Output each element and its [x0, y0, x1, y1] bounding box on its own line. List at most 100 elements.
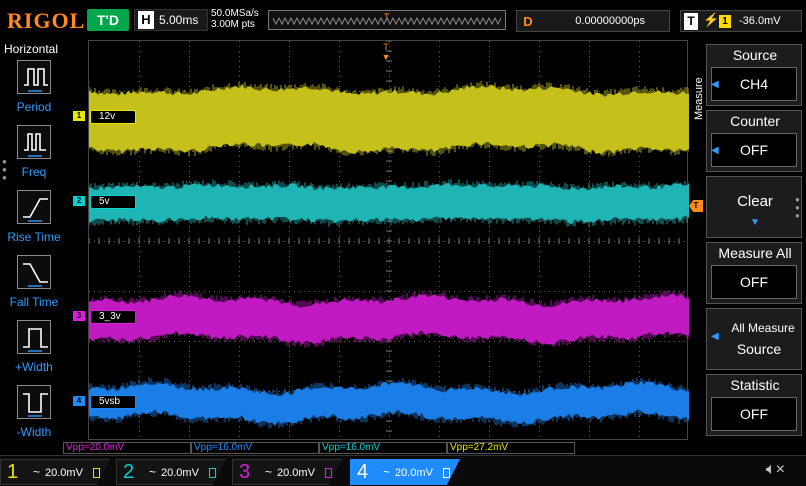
- memory-depth: 3.00M pts: [211, 19, 255, 30]
- coupling-icon: ~: [33, 465, 41, 479]
- channel-number: 4: [357, 461, 369, 483]
- trace-ch3-noise: [89, 290, 689, 348]
- acquisition-info: 50.0MSa/s 3.00M pts: [211, 8, 259, 30]
- period-icon: [17, 60, 51, 94]
- channel-number: 1: [7, 461, 19, 483]
- measurement-readout[interactable]: Vpp=16.0mV: [191, 442, 319, 454]
- rigol-logo: RIGOL: [7, 8, 86, 33]
- left-menu-item-label: Fall Time: [9, 295, 59, 309]
- left-menu-item-width[interactable]: +Width: [4, 320, 64, 384]
- left-menu-item-period[interactable]: Period: [4, 60, 64, 124]
- coupling-icon: ~: [149, 465, 157, 479]
- memory-overview-wave: [273, 17, 501, 25]
- trigger-letter: T: [684, 13, 698, 30]
- left-menu-item-freq[interactable]: Freq: [4, 125, 64, 189]
- trigger-level-marker: T: [689, 200, 703, 212]
- channel-scale: 20.0mV: [395, 467, 433, 479]
- channel-1-marker[interactable]: 1: [73, 111, 85, 121]
- softkey-statistic[interactable]: Statistic OFF: [706, 374, 802, 436]
- softkey-source[interactable]: Source CH4 ◀: [706, 44, 802, 106]
- channel-1-label[interactable]: 12v: [90, 110, 136, 124]
- cycle-left-icon: ◀: [711, 79, 719, 90]
- trace-ch4-noise: [89, 377, 689, 429]
- right-menu-page-dots: ● ● ●: [795, 195, 800, 220]
- rise-time-icon: [17, 190, 51, 224]
- channel-2-status[interactable]: 2 ~20.0mV: [116, 459, 226, 485]
- trace-ch1-noise: [89, 81, 689, 157]
- channel-2-label[interactable]: 5v: [90, 195, 136, 209]
- waveform-traces: [89, 81, 689, 429]
- cycle-left-icon: ◀: [711, 145, 719, 156]
- softkey-all-measure[interactable]: All Measure Source ◀: [706, 308, 802, 370]
- measurement-readout[interactable]: Vpp=27.2mV: [447, 442, 575, 454]
- speaker-mute-icon[interactable]: 🔈︎×: [766, 461, 785, 479]
- softkey-value: OFF: [711, 133, 797, 167]
- left-menu-page-dots: ● ● ●: [2, 157, 7, 182]
- probe-icon: [209, 468, 216, 478]
- channel-4-status[interactable]: 4 ~20.0mV: [350, 459, 460, 485]
- channel-number: 3: [239, 461, 251, 483]
- run-state-badge[interactable]: T'D: [87, 9, 129, 31]
- channel-1-status[interactable]: 1 ~20.0mV: [0, 459, 110, 485]
- softkey-value: OFF: [711, 265, 797, 299]
- positive-width-icon: [17, 320, 51, 354]
- softkey-title: Source: [732, 47, 778, 63]
- left-menu-item-label: -Width: [16, 425, 52, 439]
- softkey-title: Counter: [730, 113, 780, 129]
- sample-rate: 50.0MSa/s: [211, 8, 259, 19]
- channel-2-marker[interactable]: 2: [73, 196, 85, 206]
- channel-scale: 20.0mV: [277, 467, 315, 479]
- trigger-level: -36.0mV: [739, 15, 781, 27]
- trigger-box[interactable]: T ⚡ 1 -36.0mV: [680, 10, 802, 32]
- left-menu-item-label: Period: [16, 100, 52, 114]
- timebase-box[interactable]: H 5.00ms: [134, 9, 208, 31]
- negative-width-icon: [17, 385, 51, 419]
- memory-overview-bar[interactable]: T: [268, 10, 506, 30]
- softkey-title: Measure All: [718, 245, 792, 261]
- timebase-value: 5.00ms: [159, 13, 199, 27]
- softkey-title: All Measure: [731, 321, 795, 335]
- left-menu-item-label: Freq: [21, 165, 47, 179]
- trigger-edge-icon: ⚡: [703, 12, 720, 27]
- horizontal-letter: H: [138, 11, 154, 29]
- channel-4-label[interactable]: 5vsb: [90, 395, 136, 409]
- dropdown-arrow-icon: ▼: [750, 217, 760, 228]
- coupling-icon: ~: [265, 465, 273, 479]
- fall-time-icon: [17, 255, 51, 289]
- softkey-value: Source: [736, 341, 782, 357]
- probe-icon: [325, 468, 332, 478]
- channel-3-marker[interactable]: 3: [73, 311, 85, 321]
- softkey-title: Statistic: [730, 377, 780, 393]
- cycle-left-icon: ◀: [711, 331, 719, 342]
- channel-number: 2: [123, 461, 135, 483]
- channel-3-status[interactable]: 3 ~20.0mV: [232, 459, 342, 485]
- frequency-icon: [17, 125, 51, 159]
- left-menu-item-rise-time[interactable]: Rise Time: [4, 190, 64, 254]
- channel-3-label[interactable]: 3_3v: [90, 310, 136, 324]
- softkey-title: Clear: [737, 193, 773, 210]
- channel-status-bar: 🔈︎× 1 ~20.0mV 2 ~20.0mV 3 ~20.0mV 4 ~20.0mV: [0, 455, 806, 486]
- waveform-display[interactable]: [88, 40, 689, 440]
- softkey-counter[interactable]: Counter OFF ◀: [706, 110, 802, 172]
- coupling-icon: ~: [383, 465, 391, 479]
- softkey-measure-all[interactable]: Measure All OFF: [706, 242, 802, 304]
- channel-4-marker[interactable]: 4: [73, 396, 85, 406]
- softkey-value: OFF: [711, 397, 797, 431]
- softkey-value: CH4: [711, 67, 797, 101]
- probe-icon: [93, 468, 100, 478]
- delay-letter: D: [523, 14, 533, 29]
- left-menu-item-width[interactable]: -Width: [4, 385, 64, 449]
- left-menu-item-label: +Width: [15, 360, 53, 374]
- trace-ch2-noise: [89, 179, 689, 227]
- softkey-clear[interactable]: Clear ▼: [706, 176, 802, 238]
- probe-icon: [443, 468, 450, 478]
- top-status-bar: RIGOL T'D H 5.00ms 50.0MSa/s 3.00M pts T…: [0, 0, 806, 40]
- measure-menu-label: Measure: [693, 77, 705, 120]
- left-menu-item-fall-time[interactable]: Fall Time: [4, 255, 64, 319]
- delay-box[interactable]: D 0.00000000ps: [516, 10, 670, 32]
- trigger-source: 1: [719, 15, 731, 28]
- delay-value: 0.00000000ps: [575, 15, 645, 27]
- left-menu-title: Horizontal: [4, 42, 59, 56]
- measurement-readout[interactable]: Vpp=16.0mV: [319, 442, 447, 454]
- measurement-readout[interactable]: Vpp=20.0mV: [63, 442, 191, 454]
